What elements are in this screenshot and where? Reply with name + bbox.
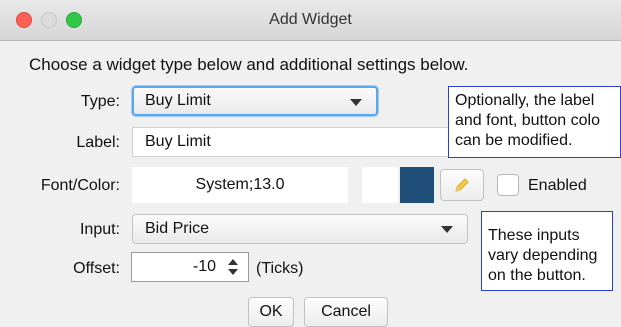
enabled-checkbox[interactable] <box>497 174 519 196</box>
label-field-label: Label: <box>76 134 120 151</box>
instructions-text: Choose a widget type below and additiona… <box>29 55 469 74</box>
enabled-label: Enabled <box>528 177 587 194</box>
label-input[interactable]: Buy Limit <box>132 127 452 157</box>
input-label: Input: <box>79 221 120 238</box>
title-bar: Add Widget <box>0 0 621 41</box>
edit-color-button[interactable] <box>440 169 484 201</box>
chevron-down-icon <box>350 99 362 106</box>
font-selector[interactable]: System;13.0 <box>132 167 348 203</box>
input-help-tooltip: These inputs vary depending on the butto… <box>481 211 613 291</box>
type-label: Type: <box>80 93 120 110</box>
window-title: Add Widget <box>269 11 352 28</box>
label-help-tooltip: Optionally, the label and font, button c… <box>448 86 621 158</box>
input-select[interactable]: Bid Price <box>132 214 468 244</box>
ok-button[interactable]: OK <box>248 297 294 327</box>
stepper-arrows-icon[interactable] <box>228 259 238 277</box>
chevron-up-icon[interactable] <box>228 259 238 265</box>
offset-stepper[interactable]: -10 <box>131 252 249 282</box>
background-color-swatch[interactable] <box>362 167 398 203</box>
cancel-button[interactable]: Cancel <box>304 297 388 327</box>
label-input-value: Buy Limit <box>145 133 211 150</box>
offset-label: Offset: <box>73 260 120 277</box>
dialog-content: Choose a widget type below and additiona… <box>0 41 621 327</box>
offset-unit-label: (Ticks) <box>256 260 304 277</box>
fontcolor-label: Font/Color: <box>40 177 120 194</box>
type-select[interactable]: Buy Limit <box>132 86 378 116</box>
input-select-value: Bid Price <box>145 220 210 237</box>
offset-value: -10 <box>192 258 216 275</box>
font-color-swatch[interactable] <box>400 167 434 203</box>
type-select-value: Buy Limit <box>145 92 211 109</box>
chevron-down-icon <box>441 226 453 233</box>
pencil-icon <box>455 178 469 192</box>
chevron-down-icon[interactable] <box>228 269 238 275</box>
